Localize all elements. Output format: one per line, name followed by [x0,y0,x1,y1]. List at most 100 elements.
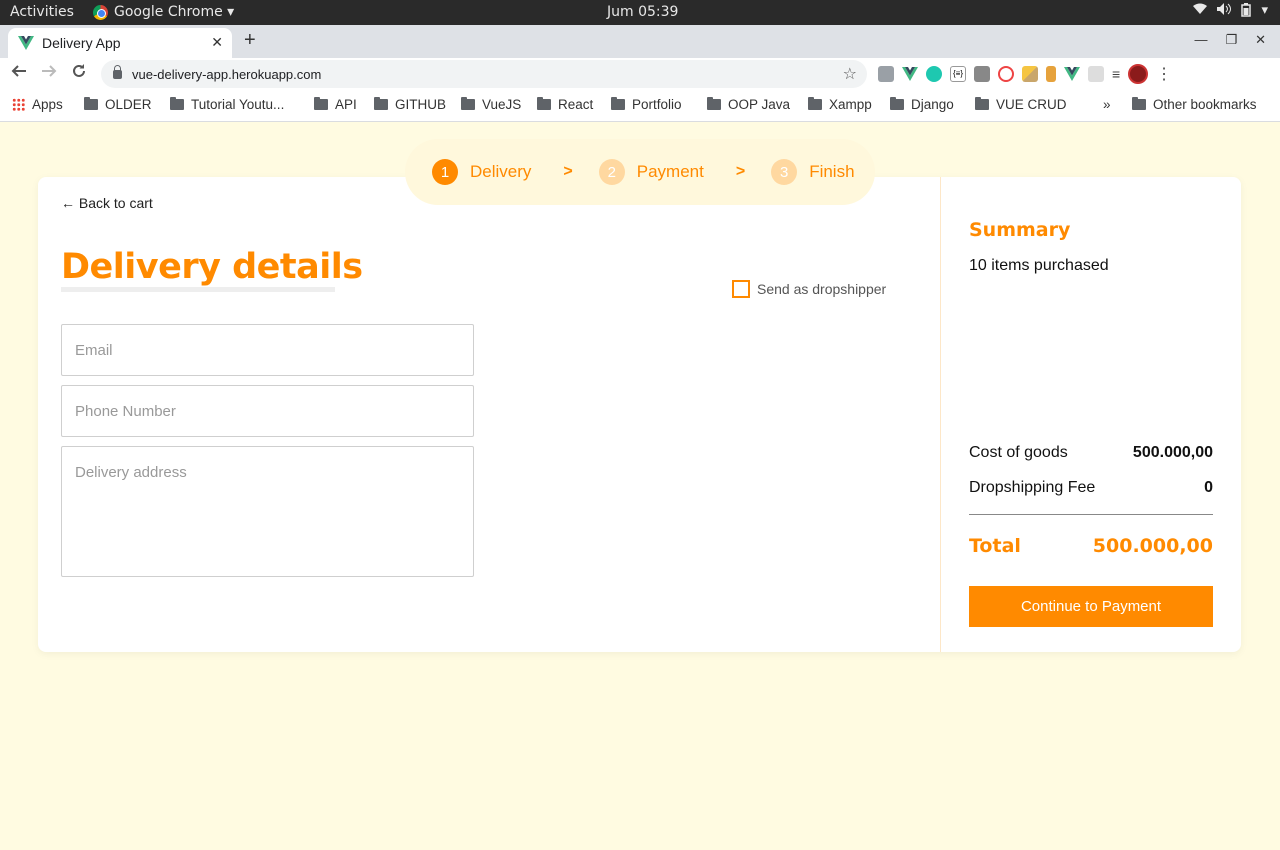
extension-icon[interactable] [926,66,942,82]
bookmark-label: GITHUB [395,97,447,112]
delivery-form-pane: ← Back to cart Delivery details Send as … [38,177,940,652]
bookmark-star-icon[interactable]: ☆ [843,64,857,84]
bookmark-label: API [335,97,357,112]
folder-icon [808,97,822,110]
maximize-icon[interactable]: ❐ [1225,32,1237,48]
cost-row: Cost of goods 500.000,00 [969,444,1213,462]
step-number: 2 [598,159,625,185]
close-tab-icon[interactable]: ✕ [211,34,223,51]
window-controls: — ❐ ✕ [1194,32,1266,48]
bookmark-folder[interactable]: VueJS [461,97,521,112]
bookmark-folder[interactable]: Xampp [808,97,872,112]
folder-icon [374,97,388,110]
continue-to-payment-button[interactable]: Continue to Payment [969,586,1213,627]
page-title: Delivery details [61,247,363,287]
bookmark-label: Django [911,97,954,112]
clock[interactable]: Jum 05:39 [607,4,678,20]
extension-icon[interactable] [1088,66,1104,82]
folder-icon [890,97,904,110]
extension-icon[interactable] [1046,66,1056,82]
apps-grid-icon [12,98,25,111]
step-finish: 3 Finish [771,159,855,185]
bookmarks-overflow-button[interactable]: » [1103,97,1111,112]
bookmarks-bar: Apps OLDER Tutorial Youtu... API GITHUB … [0,91,1280,122]
new-tab-button[interactable]: + [244,29,256,52]
items-count: 10 items purchased [969,257,1109,274]
chrome-icon [93,4,108,20]
system-tray[interactable]: ▾ [1193,3,1268,21]
folder-icon [461,97,475,110]
title-underline [61,287,335,292]
activities-button[interactable]: Activities [10,4,74,20]
bookmark-folder[interactable]: API [314,97,357,112]
phone-field[interactable] [61,385,474,437]
vue-devtools-icon[interactable] [902,67,918,81]
step-payment: 2 Payment [598,159,704,185]
media-queue-icon[interactable]: ≡ [1112,66,1120,82]
profile-avatar[interactable] [1128,64,1149,84]
folder-icon [1132,97,1146,110]
tab-strip: Delivery App ✕ + — ❐ ✕ [0,25,1280,58]
checkout-card: ← Back to cart Delivery details Send as … [38,177,1241,652]
cost-value: 500.000,00 [1132,444,1213,461]
bookmark-other[interactable]: Other bookmarks [1132,97,1257,112]
close-window-icon[interactable]: ✕ [1255,32,1266,48]
dropshipper-checkbox[interactable] [732,280,750,298]
back-arrow-icon[interactable] [11,63,27,84]
cost-label: Cost of goods [969,444,1068,461]
bookmark-label: OLDER [105,97,152,112]
bookmark-folder[interactable]: Tutorial Youtu... [170,97,284,112]
total-row: Total 500.000,00 [969,535,1213,557]
tab-title: Delivery App [42,35,121,51]
folder-icon [537,97,551,110]
dropshipper-toggle[interactable]: Send as dropshipper [732,280,886,298]
lock-icon [113,64,122,79]
address-bar[interactable]: vue-delivery-app.herokuapp.com ☆ [101,60,867,88]
json-extension-icon[interactable]: {≡} [950,66,966,82]
reload-icon[interactable] [71,63,87,84]
extension-icon[interactable] [878,66,894,82]
bookmark-folder[interactable]: React [537,97,593,112]
bookmark-folder[interactable]: OOP Java [707,97,790,112]
folder-icon [314,97,328,110]
bookmark-label: React [558,97,594,112]
bookmark-folder[interactable]: Portfolio [611,97,682,112]
bookmark-label: VueJS [482,97,522,112]
email-field[interactable] [61,324,474,376]
bookmark-folder[interactable]: VUE CRUD [975,97,1067,112]
folder-icon [611,97,625,110]
delivery-address-field[interactable] [61,446,474,577]
bookmark-label: Tutorial Youtu... [191,97,285,112]
forward-arrow-icon[interactable] [41,63,57,84]
system-top-bar: Activities Google Chrome ▾ Jum 05:39 ▾ [0,0,1280,25]
bookmark-folder[interactable]: OLDER [84,97,152,112]
app-menu-label: Google Chrome ▾ [114,4,235,20]
fee-row: Dropshipping Fee 0 [969,479,1213,497]
bookmark-label: Xampp [829,97,872,112]
folder-icon [975,97,989,110]
minimize-icon[interactable]: — [1194,32,1207,48]
extension-icon[interactable] [1022,66,1038,82]
bookmark-folder[interactable]: Django [890,97,954,112]
bookmark-folder[interactable]: GITHUB [374,97,446,112]
url-text: vue-delivery-app.herokuapp.com [132,66,322,82]
extensions-bar: {≡} ≡ ⋮ [878,64,1172,84]
bookmark-label: Portfolio [632,97,682,112]
summary-pane: Summary 10 items purchased Cost of goods… [940,177,1241,652]
summary-divider [969,514,1213,515]
step-separator: > [563,163,573,180]
back-to-cart-link[interactable]: ← Back to cart [61,195,153,211]
step-label: Payment [636,162,704,181]
app-menu[interactable]: Google Chrome ▾ [93,4,234,20]
vue-icon[interactable] [1064,67,1080,81]
browser-toolbar: vue-delivery-app.herokuapp.com ☆ {≡} ≡ ⋮ [0,58,1280,91]
tab-delivery-app[interactable]: Delivery App ✕ [8,28,232,58]
menu-kebab-icon[interactable]: ⋮ [1156,64,1172,84]
bookmark-apps[interactable]: Apps [12,97,63,112]
bookmark-label: VUE CRUD [996,97,1067,112]
step-label: Delivery [470,162,532,181]
camera-icon[interactable] [974,66,990,82]
extension-icon[interactable] [998,66,1014,82]
summary-title: Summary [969,219,1071,241]
chevron-down-icon: ▾ [1261,3,1268,18]
